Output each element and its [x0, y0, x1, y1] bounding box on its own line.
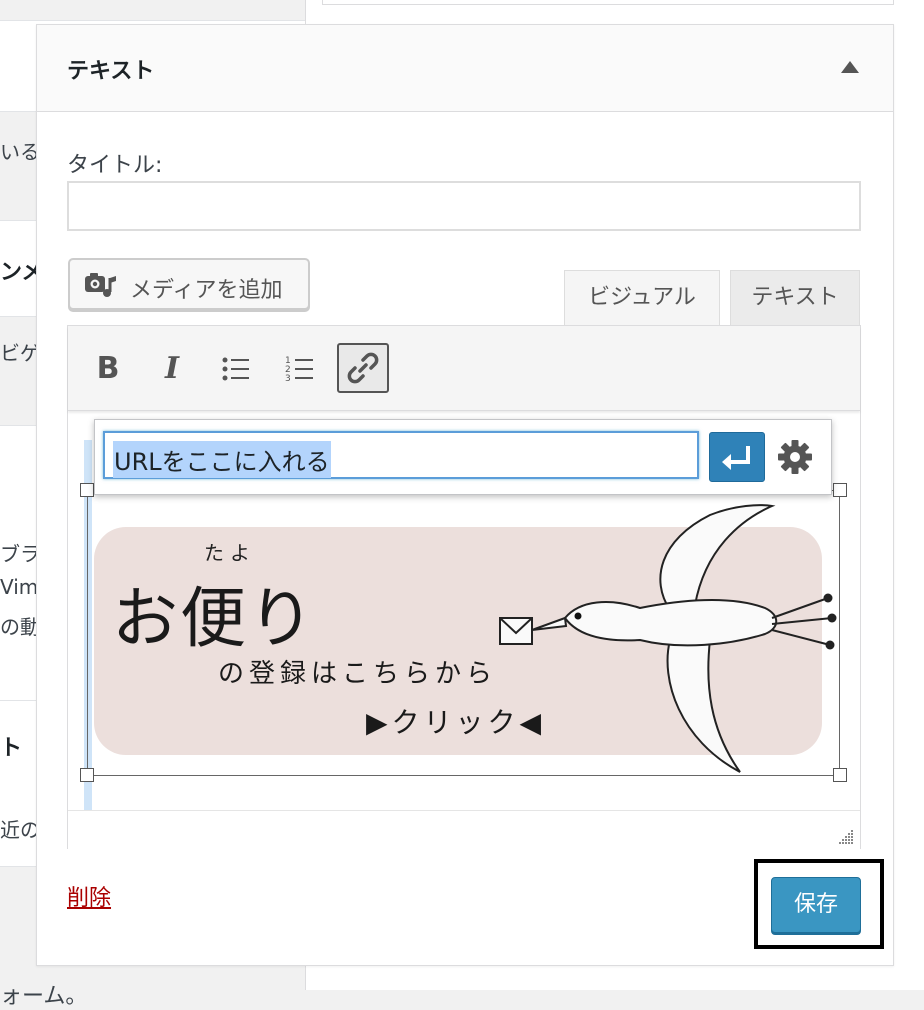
resize-handle-top-right[interactable]	[833, 483, 847, 497]
url-input-value: URLをここに入れる	[113, 441, 331, 478]
add-media-label: メディアを追加	[130, 278, 283, 303]
inline-link-dialog: URLをここに入れる	[94, 419, 832, 495]
bulleted-list-icon	[222, 357, 249, 381]
italic-button[interactable]: I	[146, 344, 198, 394]
background-text: の動	[0, 615, 40, 639]
save-button[interactable]: 保存	[771, 877, 861, 933]
bird-illustration	[499, 504, 837, 773]
banner-sub-text: の登録はこちらから	[218, 659, 498, 689]
add-media-button[interactable]: メディアを追加	[68, 258, 310, 310]
resize-grip-icon[interactable]	[836, 827, 854, 845]
numbered-list-icon: 1 2 3	[285, 356, 313, 384]
bulleted-list-button[interactable]	[210, 344, 262, 394]
background-heading: ト	[0, 736, 23, 761]
collapse-arrow-icon[interactable]	[841, 61, 859, 73]
background-text: Vim	[0, 575, 39, 599]
link-icon	[347, 352, 379, 384]
numbered-list-button[interactable]: 1 2 3	[274, 344, 326, 394]
tab-visual[interactable]: ビジュアル	[564, 270, 720, 326]
svg-text:3: 3	[285, 374, 291, 384]
resize-handle-top-left[interactable]	[80, 483, 94, 497]
background-text: 近の	[0, 818, 40, 842]
editor-status-bar	[68, 810, 860, 849]
banner-ruby-text: たよ	[204, 541, 256, 565]
title-input[interactable]	[67, 181, 861, 231]
resize-handle-bottom-left[interactable]	[80, 768, 94, 782]
media-icon	[84, 272, 118, 300]
bold-button[interactable]: B	[82, 344, 134, 394]
background-text: いる	[0, 140, 40, 164]
widget-header[interactable]: テキスト	[37, 25, 893, 112]
delete-link[interactable]: 削除	[67, 880, 111, 912]
link-options-button[interactable]	[775, 436, 815, 478]
apply-link-button[interactable]	[709, 432, 765, 482]
gear-icon	[778, 440, 812, 474]
tab-text[interactable]: テキスト	[730, 270, 860, 326]
url-input[interactable]: URLをここに入れる	[103, 431, 699, 479]
background-footer-text: ォーム。	[0, 984, 88, 1009]
background-text: ビゲ	[0, 341, 40, 365]
return-icon	[722, 446, 750, 470]
previous-widget-edge	[322, 0, 894, 5]
widget-title: テキスト	[67, 59, 155, 84]
insert-link-button[interactable]	[337, 343, 389, 393]
banner-main-text: お便り	[112, 580, 316, 657]
title-label: タイトル:	[67, 153, 163, 178]
editor-toolbar: B I 1 2 3	[68, 326, 860, 411]
